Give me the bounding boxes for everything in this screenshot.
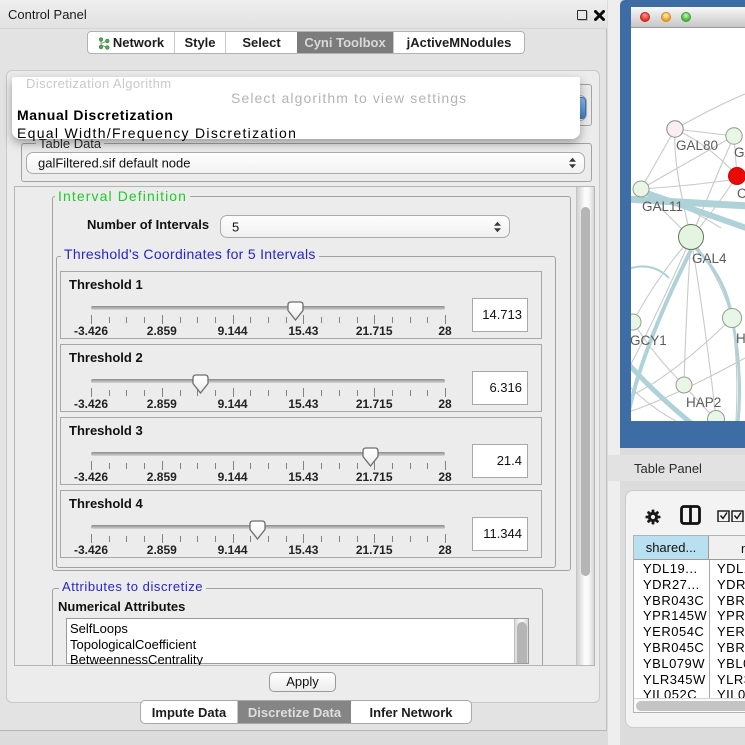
svg-text:GAL80: GAL80 xyxy=(676,138,718,153)
svg-text:GAL4: GAL4 xyxy=(692,251,727,266)
svg-text:GA: GA xyxy=(734,145,745,160)
svg-text:H: H xyxy=(736,331,745,346)
svg-text:GCY1: GCY1 xyxy=(631,333,667,348)
svg-text:HAP2: HAP2 xyxy=(686,395,721,410)
svg-text:C: C xyxy=(737,186,745,201)
svg-text:GAL11: GAL11 xyxy=(642,199,683,214)
